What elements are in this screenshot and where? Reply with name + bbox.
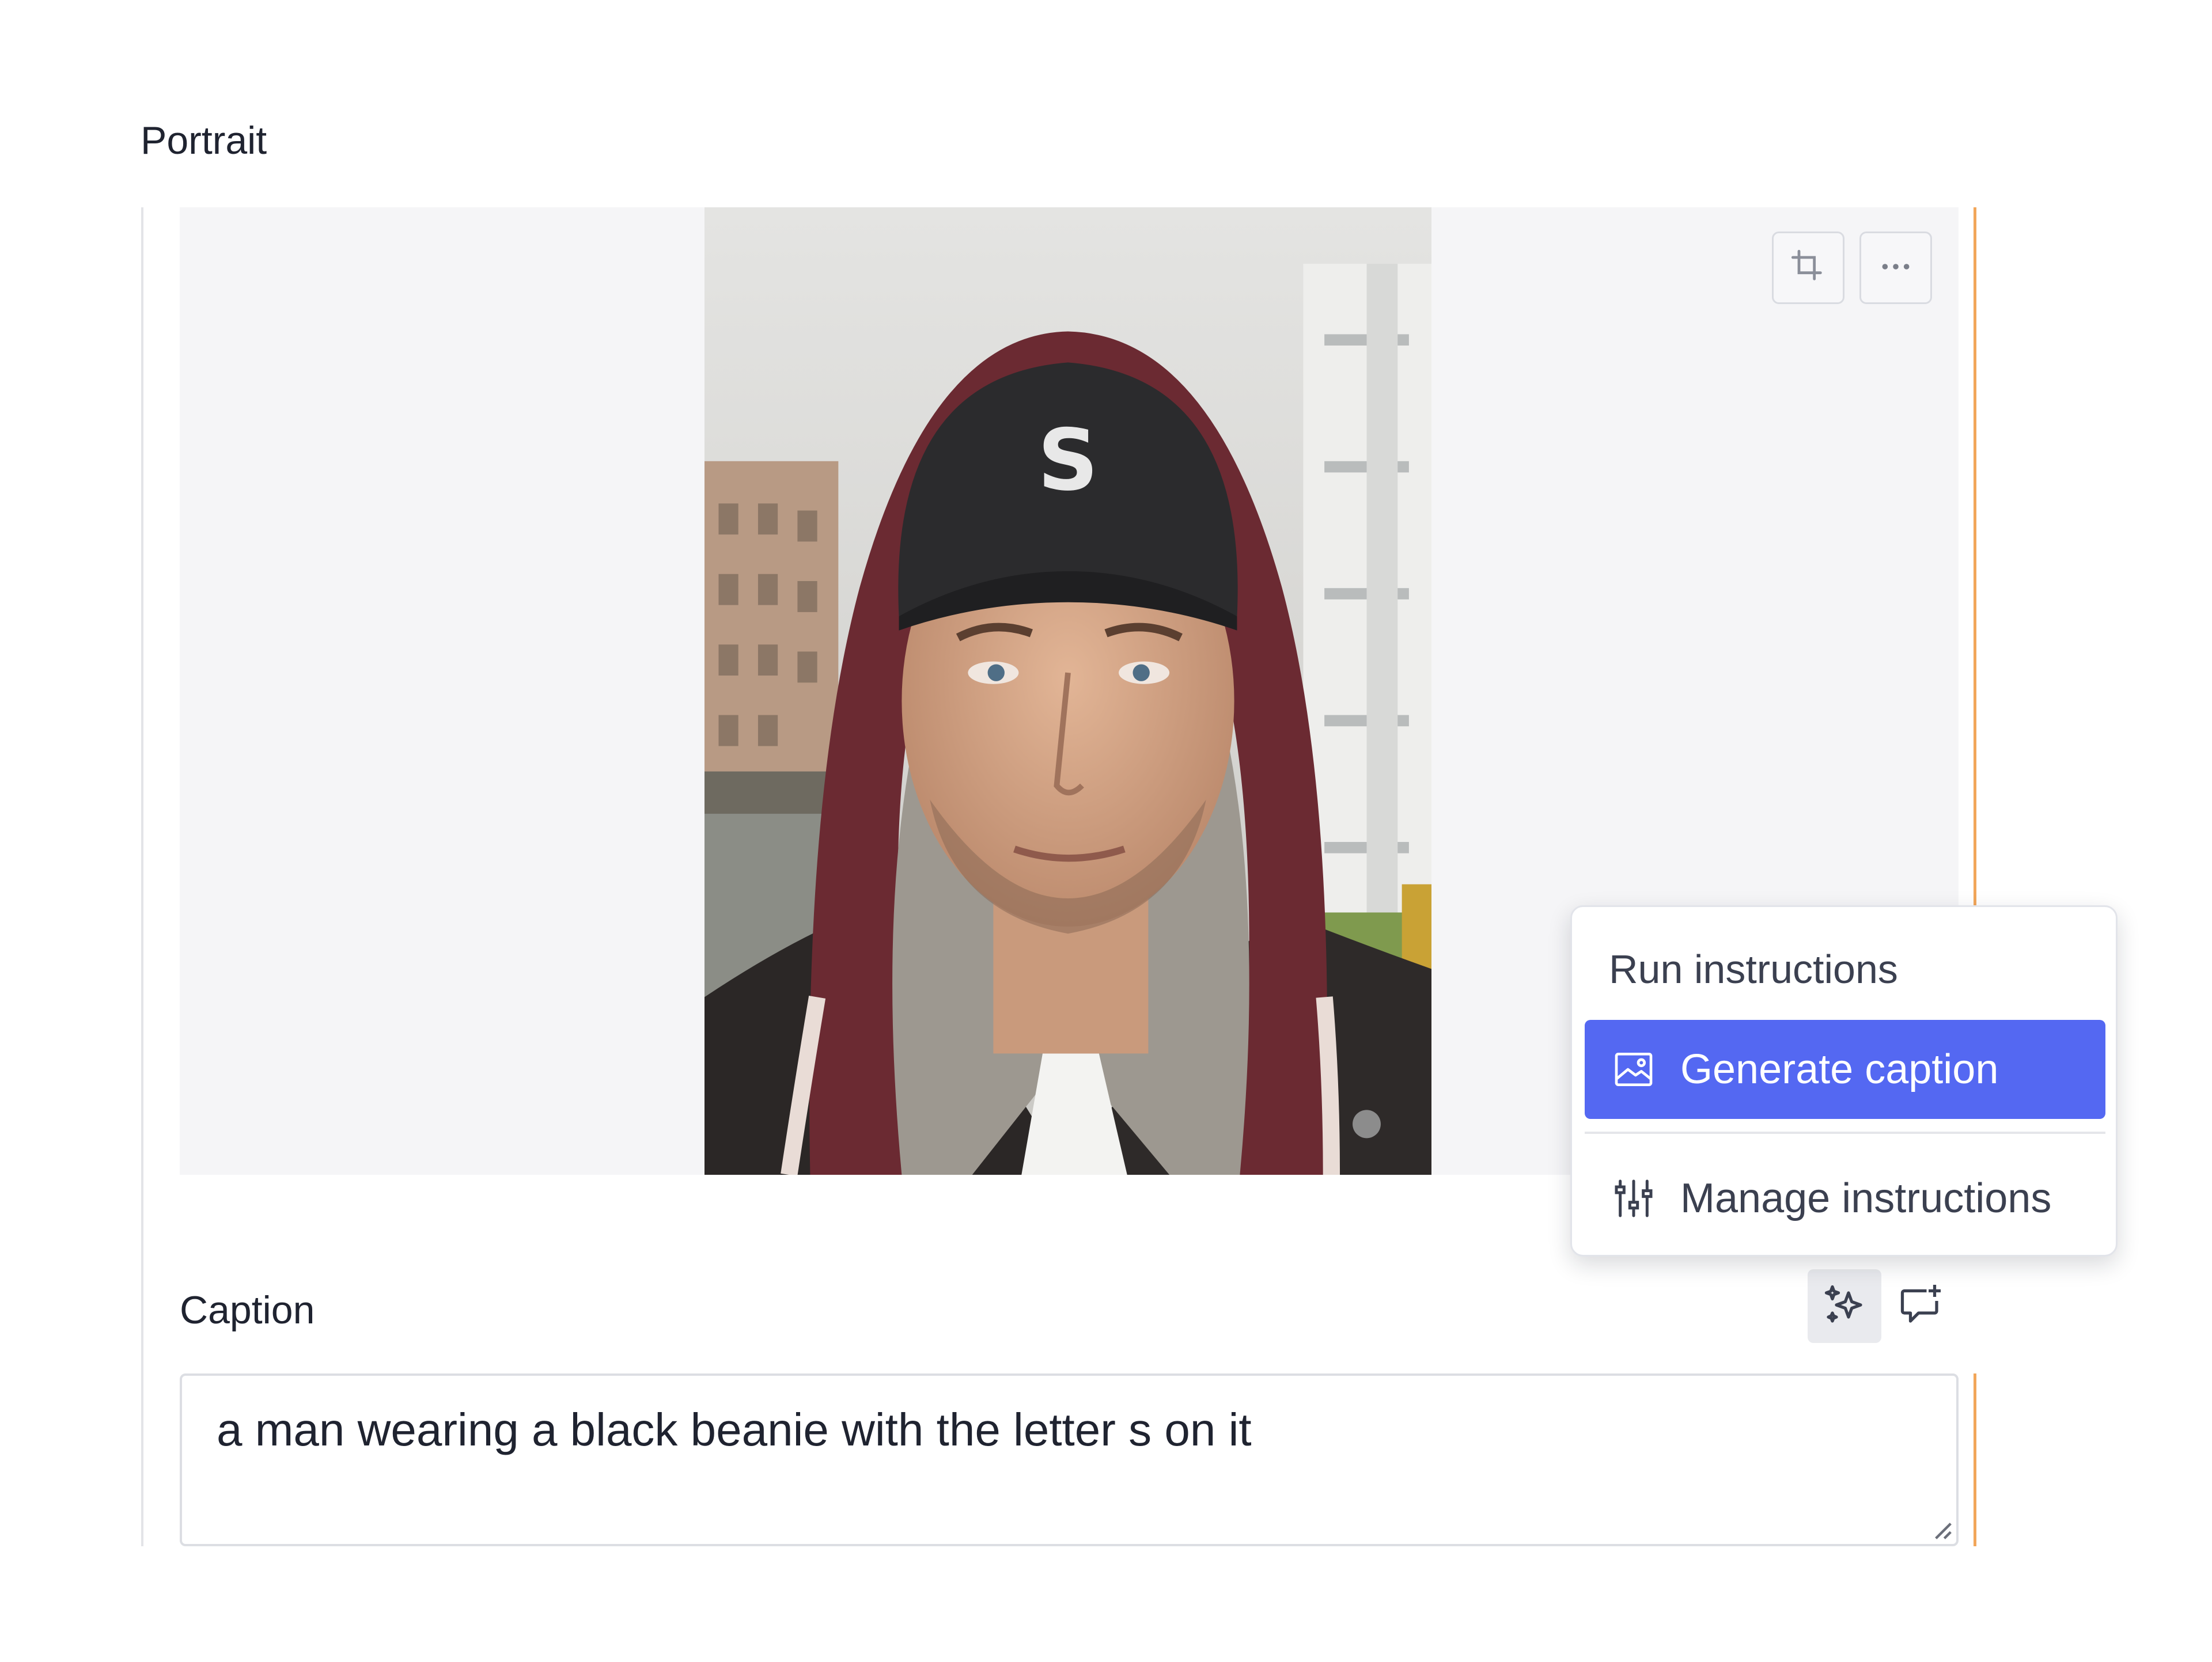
resize-handle-icon[interactable] bbox=[1927, 1515, 1953, 1540]
run-instructions-dropdown: Run instructions Generate caption Manage… bbox=[1570, 905, 2118, 1257]
menu-item-generate-caption[interactable]: Generate caption bbox=[1585, 1020, 2105, 1119]
more-horizontal-icon bbox=[1877, 248, 1914, 288]
portrait-photo: S bbox=[704, 207, 1431, 1175]
caption-textarea[interactable]: a man wearing a black beanie with the le… bbox=[180, 1373, 1959, 1546]
changed-indicator bbox=[1974, 207, 1976, 927]
crop-button[interactable] bbox=[1772, 232, 1844, 304]
changed-indicator bbox=[1974, 1373, 1976, 1546]
crop-icon bbox=[1790, 248, 1827, 288]
more-options-button[interactable] bbox=[1859, 232, 1932, 304]
portrait-field-label: Portrait bbox=[141, 119, 267, 162]
menu-item-label: Manage instructions bbox=[1680, 1175, 2052, 1221]
caption-field-label: Caption bbox=[180, 1288, 315, 1332]
field-group-rule bbox=[141, 207, 143, 1546]
menu-divider bbox=[1585, 1132, 2105, 1134]
ai-actions-button[interactable] bbox=[1808, 1269, 1881, 1343]
comment-add-icon bbox=[1896, 1281, 1945, 1332]
sliders-icon bbox=[1608, 1172, 1660, 1224]
caption-value: a man wearing a black beanie with the le… bbox=[217, 1404, 1252, 1455]
sparkles-icon bbox=[1820, 1281, 1869, 1332]
dropdown-heading: Run instructions bbox=[1609, 947, 1898, 992]
add-comment-button[interactable] bbox=[1884, 1269, 1957, 1343]
image-icon bbox=[1608, 1044, 1660, 1095]
menu-item-label: Generate caption bbox=[1680, 1046, 1999, 1092]
svg-text:S: S bbox=[1037, 411, 1099, 510]
menu-item-manage-instructions[interactable]: Manage instructions bbox=[1585, 1149, 2105, 1248]
